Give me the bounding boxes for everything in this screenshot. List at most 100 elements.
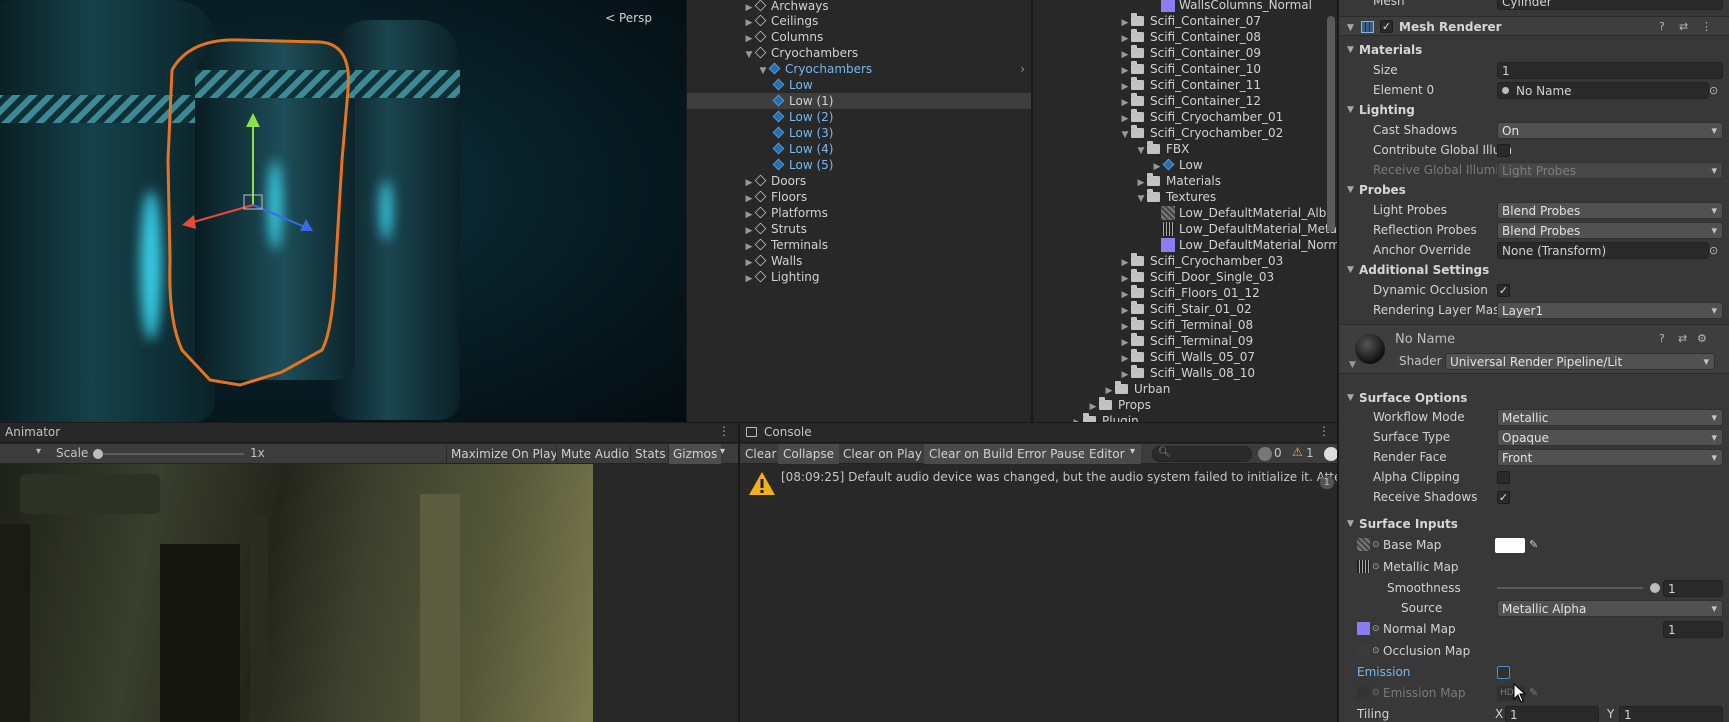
console-log-entry[interactable]: [08:09:25] Default audio device was chan… [740,465,1337,503]
normal-scale-field[interactable]: 1 [1663,621,1723,638]
source-dropdown[interactable]: Metallic Alpha [1497,600,1723,617]
base-color-swatch[interactable] [1495,538,1525,553]
chevron-down-icon[interactable]: ▼ [1347,18,1354,38]
mute-audio-button[interactable]: Mute Audio [556,444,633,464]
mesh-field[interactable]: Cylinder [1497,0,1723,10]
gizmos-dropdown-icon[interactable]: ▾ [720,446,725,457]
hierarchy-item[interactable]: ▶ Platforms [687,205,1031,221]
project-item[interactable]: ▶ Scifi_Container_10 [1119,61,1261,77]
error-icon[interactable] [1324,447,1337,461]
project-item[interactable]: Low_DefaultMaterial_Norm [1161,237,1337,253]
rendering-layer-dropdown[interactable]: Layer1 [1497,302,1723,319]
chevron-down-icon[interactable]: ▼ [1135,191,1147,207]
more-icon[interactable]: ⋮ [1701,17,1712,37]
chevron-down-icon[interactable]: ▼ [1347,261,1354,279]
lighting-foldout[interactable]: ▼ Lighting [1339,101,1729,119]
project-item[interactable]: Low_DefaultMaterial_Albe [1161,205,1334,221]
scale-slider-knob[interactable] [93,449,103,459]
project-item[interactable]: ▼ Scifi_Cryochamber_02 [1119,125,1283,141]
probes-foldout[interactable]: ▼ Probes [1339,181,1729,199]
alpha-clipping-checkbox[interactable] [1497,471,1510,484]
gizmos-button[interactable]: Gizmos [668,444,722,464]
gear-icon[interactable]: ⚙ [1697,332,1707,345]
receive-shadows-checkbox[interactable]: ✓ [1497,491,1510,504]
project-item[interactable]: ▶ Scifi_Door_Single_03 [1119,269,1274,285]
project-item[interactable]: ▶ Scifi_Container_09 [1119,45,1261,61]
project-item[interactable]: ▶ Scifi_Walls_08_10 [1119,365,1255,381]
game-view[interactable] [0,464,593,722]
base-map-thumbnail[interactable] [1357,538,1370,551]
tab-animator[interactable]: Animator [5,425,60,439]
hierarchy-item[interactable]: Low (3) [687,125,1031,141]
project-item[interactable]: ▶ Plugin [1071,413,1139,422]
hierarchy-item[interactable]: ▶ Walls [687,253,1031,269]
project-item[interactable]: ▶ Scifi_Container_08 [1119,29,1261,45]
help-icon[interactable]: ? [1659,332,1665,345]
chevron-down-icon[interactable]: ▼ [1349,360,1356,370]
anchor-override-field[interactable]: None (Transform) [1497,242,1709,259]
dynamic-occlusion-checkbox[interactable]: ✓ [1497,284,1510,297]
clear-button[interactable]: Clear [740,444,781,464]
element-0-field[interactable]: No Name [1497,82,1709,99]
contribute-gi-checkbox[interactable] [1497,144,1510,157]
view-mode-label[interactable]: < Persp [605,11,652,25]
more-icon[interactable]: ⋮ [718,424,730,438]
size-field[interactable]: 1 [1497,62,1723,79]
scale-slider-track[interactable] [98,453,244,455]
surface-inputs-foldout[interactable]: ▼ Surface Inputs [1339,515,1729,533]
more-icon[interactable]: ⋮ [1318,424,1330,438]
hierarchy-item[interactable]: ▶ Ceilings [687,13,1031,29]
maximize-on-play-button[interactable]: Maximize On Play [446,444,562,464]
chevron-down-icon[interactable]: ▼ [1347,389,1354,407]
preset-icon[interactable]: ⇄ [1678,332,1687,345]
project-item[interactable]: ▶ Scifi_Container_07 [1119,13,1261,29]
error-pause-button[interactable]: Error Pause [1012,444,1091,464]
scene-view[interactable]: < Persp [0,0,686,422]
hierarchy-item[interactable]: Low (2) [687,109,1031,125]
normal-map-thumbnail[interactable] [1357,622,1370,635]
project-item[interactable]: Low_DefaultMaterial_Meta [1161,221,1337,237]
hierarchy-item[interactable]: ▼ Cryochambers › [687,61,1031,77]
stats-button[interactable]: Stats [630,444,670,464]
object-picker-icon[interactable]: ⊙ [1709,242,1718,260]
reflection-probes-dropdown[interactable]: Blend Probes [1497,222,1723,239]
chevron-down-icon[interactable]: ▼ [1347,181,1354,199]
object-picker-icon[interactable]: ⊙ [1372,536,1380,554]
object-picker-icon[interactable]: ⊙ [1372,642,1380,660]
project-item[interactable]: ▶ Scifi_Container_11 [1119,77,1261,93]
object-picker-icon[interactable]: ⊙ [1709,82,1718,100]
project-item[interactable]: ▶ Scifi_Walls_05_07 [1119,349,1255,365]
smoothness-slider-knob[interactable] [1650,583,1660,593]
surface-options-foldout[interactable]: ▼ Surface Options [1339,389,1729,407]
emission-checkbox[interactable] [1497,666,1510,679]
chevron-right-icon[interactable]: ▶ [1071,415,1083,422]
additional-settings-foldout[interactable]: ▼ Additional Settings [1339,261,1729,279]
dropdown-arrow-icon[interactable]: ▾ [36,446,41,457]
project-item[interactable]: ▶ Props [1087,397,1151,413]
occlusion-map-thumbnail[interactable] [1357,644,1370,657]
transform-gizmo[interactable] [170,105,320,245]
object-picker-icon[interactable]: ⊙ [1372,558,1380,576]
help-icon[interactable]: ? [1659,17,1665,37]
light-probes-dropdown[interactable]: Blend Probes [1497,202,1723,219]
surface-type-dropdown[interactable]: Opaque [1497,429,1723,446]
preset-icon[interactable]: ⇄ [1679,17,1688,37]
project-item[interactable]: ▶ Materials [1135,173,1221,189]
workflow-mode-dropdown[interactable]: Metallic [1497,409,1723,426]
material-header[interactable]: No Name ? ⇄ ⚙ Shader Universal Render Pi… [1339,324,1729,374]
hierarchy-item[interactable]: ▼ Cryochambers [687,45,1031,61]
chevron-down-icon[interactable]: ▼ [1347,515,1354,533]
eyedropper-icon[interactable]: ✎ [1529,536,1538,554]
tiling-y-field[interactable]: 1 [1619,706,1723,722]
info-icon[interactable] [1258,447,1272,461]
project-item[interactable]: ▼ FBX [1135,141,1189,157]
hierarchy-item[interactable]: ▶ Columns [687,29,1031,45]
hierarchy-item[interactable]: ▶ Terminals [687,237,1031,253]
smoothness-slider-track[interactable] [1497,587,1643,589]
project-item[interactable]: WallsColumns_Normal [1161,0,1312,13]
project-item[interactable]: ▶ Scifi_Terminal_08 [1119,317,1253,333]
project-item[interactable]: ▼ Textures [1135,189,1216,205]
project-item[interactable]: ▶ Scifi_Container_12 [1119,93,1261,109]
chevron-down-icon[interactable]: ▼ [1135,143,1147,159]
cast-shadows-dropdown[interactable]: On [1497,122,1723,139]
